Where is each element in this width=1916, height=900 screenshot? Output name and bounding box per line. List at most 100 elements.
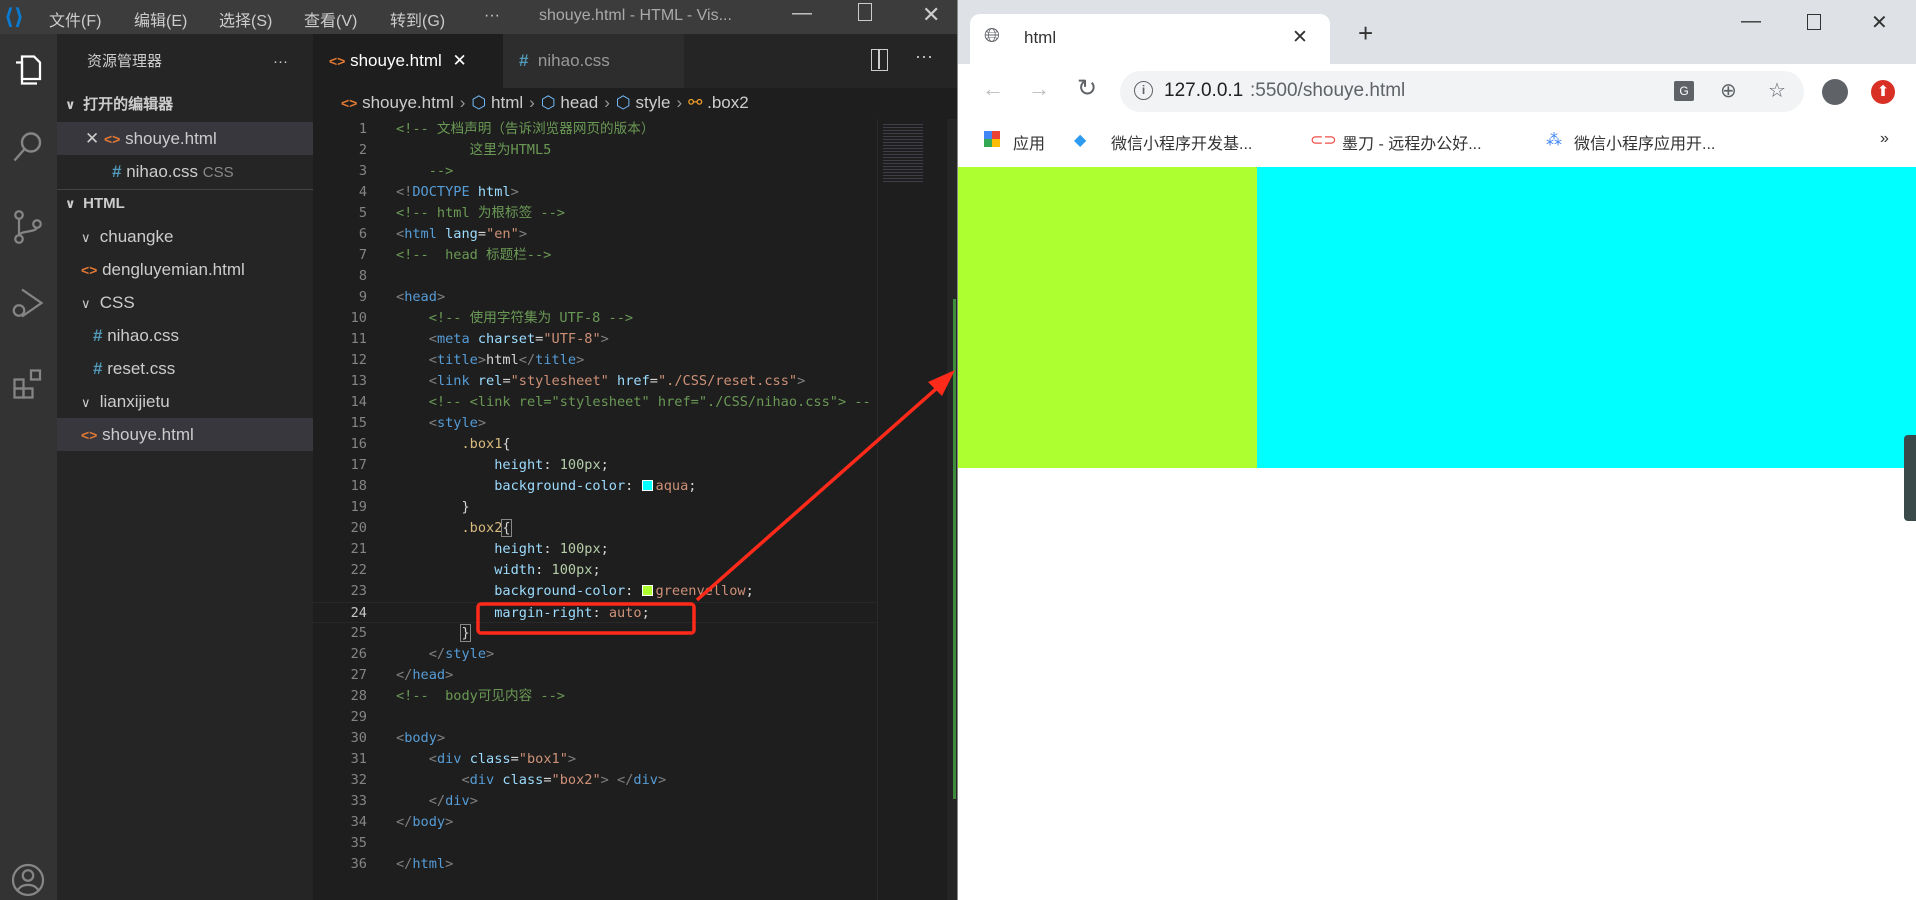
tree-item-chuangke[interactable]: ∨ chuangke: [57, 220, 313, 253]
color-swatch[interactable]: [641, 585, 653, 596]
breadcrumb-item[interactable]: style: [635, 93, 670, 112]
workspace-section[interactable]: ∨ HTML: [57, 187, 313, 220]
breadcrumb-item[interactable]: .box2: [707, 93, 749, 112]
code-line[interactable]: 22 width: 100px;: [313, 560, 877, 581]
tree-item-dengluyemian[interactable]: <> dengluyemian.html: [57, 253, 313, 286]
code-line[interactable]: 5 <!-- html 为根标签 -->: [313, 203, 877, 224]
side-widget-handle[interactable]: [1904, 435, 1916, 521]
bookmark-wechat-app[interactable]: 微信小程序应用开...: [1574, 130, 1715, 154]
code-editor[interactable]: 1 <!-- 文档声明（告诉浏览器网页的版本） 2 这里为HTML5 3 --> 4 <!…: [313, 119, 877, 900]
back-icon[interactable]: ←: [982, 76, 1004, 102]
code-line[interactable]: 31 <div class="box1">: [313, 749, 877, 770]
code-line[interactable]: 6 <html lang="en">: [313, 224, 877, 245]
code-line[interactable]: 15 <style>: [313, 413, 877, 434]
code-line[interactable]: 30 <body>: [313, 728, 877, 749]
maximize-button[interactable]: [1807, 14, 1821, 30]
close-window-button[interactable]: ✕: [1871, 10, 1888, 35]
maximize-button[interactable]: [858, 3, 872, 21]
code-line[interactable]: 27 </head>: [313, 665, 877, 686]
code-line[interactable]: 16 .box1{: [313, 434, 877, 455]
code-line[interactable]: 32 <div class="box2"> </div>: [313, 770, 877, 791]
explorer-icon[interactable]: [10, 52, 46, 88]
run-debug-icon[interactable]: [10, 285, 46, 321]
code-line[interactable]: 29: [313, 707, 877, 728]
close-editor-icon[interactable]: ✕: [85, 129, 99, 148]
editor-scrollbar[interactable]: [947, 119, 957, 900]
tree-item-shouye[interactable]: <> shouye.html: [57, 418, 313, 451]
minimize-button[interactable]: —: [1741, 10, 1761, 33]
info-icon[interactable]: i: [1134, 81, 1153, 100]
menu-view[interactable]: 查看(V): [304, 7, 357, 31]
code-line[interactable]: 19 }: [313, 497, 877, 518]
editor-more-icon[interactable]: ···: [915, 46, 933, 67]
menu-edit[interactable]: 编辑(E): [134, 7, 187, 31]
open-editor-shouye[interactable]: ✕ <> shouye.html: [57, 122, 313, 155]
code-line[interactable]: 35: [313, 833, 877, 854]
bookmark-wechat-dev[interactable]: 微信小程序开发基...: [1111, 130, 1252, 154]
menu-go[interactable]: 转到(G): [390, 7, 445, 31]
close-tab-icon[interactable]: ✕: [453, 51, 467, 70]
tree-item-nihao-css[interactable]: # nihao.css: [57, 319, 313, 352]
menu-more[interactable]: ···: [484, 7, 500, 25]
search-icon[interactable]: [10, 129, 46, 165]
code-line[interactable]: 20 .box2{: [313, 518, 877, 539]
reload-icon[interactable]: ↻: [1077, 74, 1097, 103]
split-editor-icon[interactable]: [871, 49, 888, 71]
code-line[interactable]: 13 <link rel="stylesheet" href="./CSS/re…: [313, 371, 877, 392]
extensions-icon[interactable]: [10, 366, 46, 402]
minimize-button[interactable]: —: [792, 2, 812, 25]
code-line[interactable]: 36 </html>: [313, 854, 877, 875]
zoom-icon[interactable]: ⊕: [1720, 78, 1737, 103]
code-line[interactable]: 21 height: 100px;: [313, 539, 877, 560]
breadcrumb-item[interactable]: head: [560, 93, 598, 112]
code-line[interactable]: 2 这里为HTML5: [313, 140, 877, 161]
source-control-icon[interactable]: [10, 209, 46, 245]
code-line[interactable]: 33 </div>: [313, 791, 877, 812]
code-line[interactable]: 14 <!-- <link rel="stylesheet" href="./C…: [313, 392, 877, 413]
code-line[interactable]: 23 background-color: greenyellow;: [313, 581, 877, 602]
tab-shouye-html[interactable]: <> shouye.html ✕: [313, 34, 503, 88]
more-bookmarks-button[interactable]: »: [1880, 130, 1889, 148]
profile-avatar-icon[interactable]: [1822, 79, 1848, 105]
close-button[interactable]: ✕: [922, 2, 940, 28]
code-line[interactable]: 7 <!-- head 标题栏-->: [313, 245, 877, 266]
browser-tab[interactable]: 🌐︎ html ✕: [970, 14, 1330, 64]
address-bar[interactable]: i 127.0.0.1 :5500/shouye.html G ⊕ ☆: [1120, 71, 1804, 112]
tree-item-lianxijietu[interactable]: ∨ lianxijietu: [57, 385, 313, 418]
new-tab-icon[interactable]: +: [1358, 18, 1373, 49]
translate-icon[interactable]: G: [1674, 81, 1694, 101]
code-line[interactable]: 8: [313, 266, 877, 287]
tree-item-css[interactable]: ∨ CSS: [57, 286, 313, 319]
tree-item-reset-css[interactable]: # reset.css: [57, 352, 313, 385]
color-swatch[interactable]: [641, 480, 653, 491]
explorer-more-button[interactable]: ···: [273, 45, 288, 78]
code-line[interactable]: 26 </style>: [313, 644, 877, 665]
code-line[interactable]: 9 <head>: [313, 287, 877, 308]
menu-file[interactable]: 文件(F): [49, 7, 101, 31]
code-line[interactable]: 1 <!-- 文档声明（告诉浏览器网页的版本）: [313, 119, 877, 140]
code-line[interactable]: 28 <!-- body可见内容 -->: [313, 686, 877, 707]
minimap[interactable]: [877, 119, 947, 900]
code-line[interactable]: 11 <meta charset="UTF-8">: [313, 329, 877, 350]
breadcrumb-item[interactable]: html: [491, 93, 523, 112]
open-editors-section[interactable]: ∨ 打开的编辑器: [57, 88, 313, 121]
update-icon[interactable]: ⬆: [1871, 80, 1895, 104]
bookmark-modao[interactable]: 墨刀 - 远程办公好...: [1342, 130, 1482, 154]
code-line[interactable]: 4 <!DOCTYPE html>: [313, 182, 877, 203]
menu-selection[interactable]: 选择(S): [219, 7, 272, 31]
code-line[interactable]: 24 margin-right: auto;: [313, 602, 877, 623]
code-line[interactable]: 10 <!-- 使用字符集为 UTF-8 -->: [313, 308, 877, 329]
code-line[interactable]: 17 height: 100px;: [313, 455, 877, 476]
account-icon[interactable]: [10, 862, 46, 898]
close-tab-icon[interactable]: ✕: [1292, 26, 1308, 49]
bookmark-star-icon[interactable]: ☆: [1768, 78, 1786, 103]
code-line[interactable]: 3 -->: [313, 161, 877, 182]
forward-icon[interactable]: →: [1028, 76, 1050, 102]
breadcrumb-item[interactable]: shouye.html: [362, 93, 454, 112]
open-editor-nihao[interactable]: # nihao.css CSS: [57, 155, 313, 188]
code-line[interactable]: 34 </body>: [313, 812, 877, 833]
tab-nihao-css[interactable]: # nihao.css: [503, 34, 684, 88]
code-line[interactable]: 12 <title>html</title>: [313, 350, 877, 371]
bookmark-apps[interactable]: 应用: [1013, 130, 1045, 154]
code-line[interactable]: 25 }: [313, 623, 877, 644]
